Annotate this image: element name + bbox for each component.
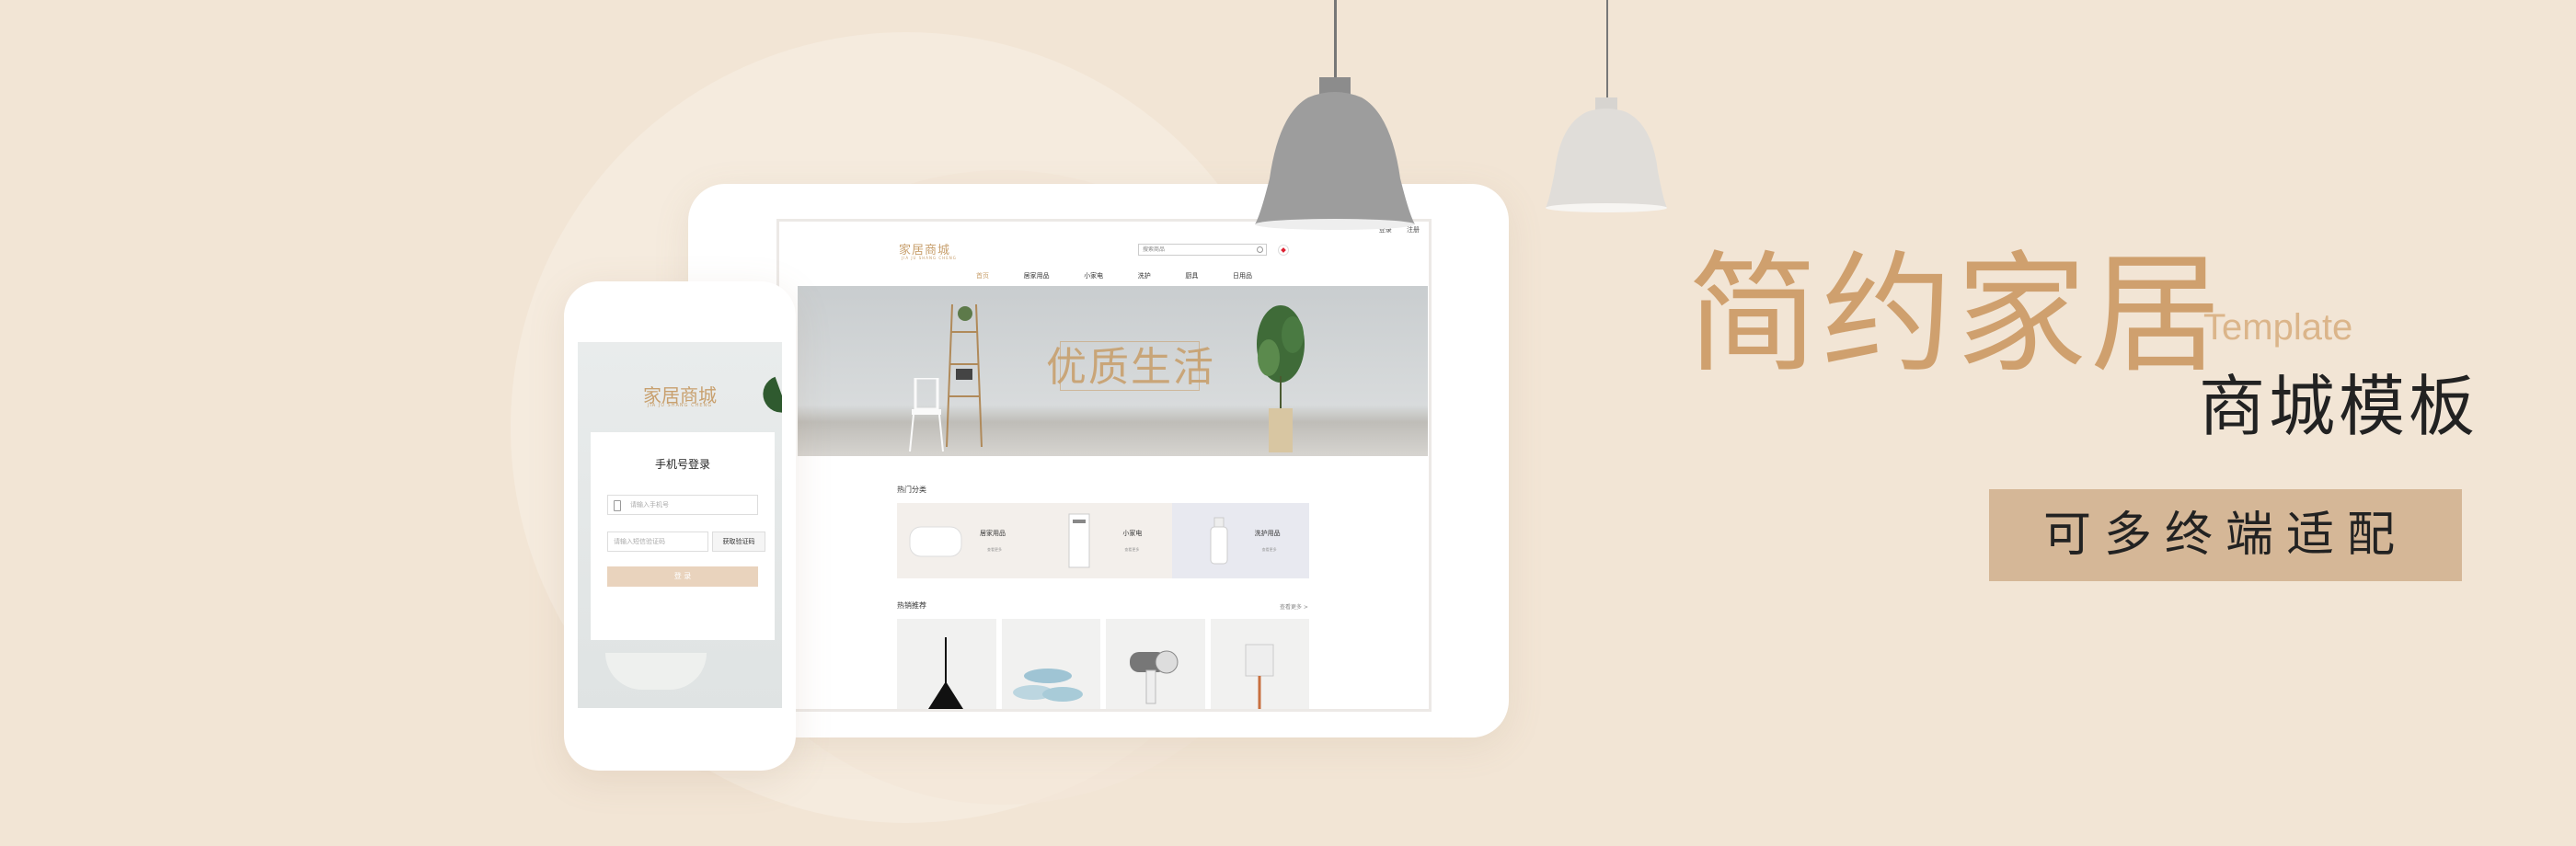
- category-sub: 查看更多: [1261, 547, 1277, 552]
- category-sub: 查看更多: [1124, 547, 1140, 552]
- recommend-title: 热销推荐: [897, 601, 926, 610]
- code-input[interactable]: 请输入短信验证码: [607, 532, 708, 552]
- main-nav: 首页 居家用品 小家电 洗护 厨具 日用品: [976, 271, 1252, 280]
- hero-banner[interactable]: 优质生活: [798, 286, 1428, 456]
- site-logo-subtitle: JIA JU SHANG CHENG: [902, 256, 957, 260]
- table-lamp-icon: [1245, 644, 1273, 709]
- product-card[interactable]: [1210, 619, 1309, 709]
- category-name: 居家用品: [980, 530, 1006, 537]
- mobile-site-screen: 家居商城 JIA JU SHANG CHENG 手机号登录 请输入手机号 请输入…: [578, 342, 782, 708]
- hair-dryer-icon: [1130, 650, 1179, 704]
- login-card: 手机号登录 请输入手机号 请输入短信验证码 获取验证码 登 录: [591, 432, 775, 640]
- tablet-mockup: 登录 注册 家居商城 JIA JU SHANG CHENG 搜索商品 首页 居家…: [688, 184, 1509, 737]
- phone-input[interactable]: 请输入手机号: [607, 495, 758, 515]
- search-placeholder: 搜索商品: [1143, 246, 1166, 253]
- get-code-button[interactable]: 获取验证码: [712, 532, 765, 552]
- lotion-bottle-icon: [1210, 517, 1228, 565]
- nav-item-home[interactable]: 首页: [976, 271, 989, 280]
- chair-image: [909, 378, 944, 452]
- plant-image: [1257, 305, 1305, 452]
- air-purifier-icon: [1068, 513, 1090, 568]
- code-placeholder: 请输入短信验证码: [614, 538, 665, 545]
- hot-categories-title: 热门分类: [897, 486, 926, 494]
- nav-item-home-goods[interactable]: 居家用品: [1024, 271, 1050, 280]
- category-row: 居家用品 查看更多 小家电 查看更多 洗护用品 查看更多: [897, 503, 1309, 578]
- login-title: 手机号登录: [654, 458, 710, 471]
- nav-item-kitchen[interactable]: 厨具: [1185, 271, 1198, 280]
- category-name: 洗护用品: [1254, 530, 1281, 537]
- main-title: 简约家居: [1687, 239, 2225, 391]
- category-name: 小家电: [1122, 530, 1143, 537]
- desktop-site-screen: 登录 注册 家居商城 JIA JU SHANG CHENG 搜索商品 首页 居家…: [776, 219, 1432, 712]
- category-home-goods[interactable]: 居家用品 查看更多: [897, 503, 1035, 578]
- ladder-image: [946, 304, 983, 447]
- login-button[interactable]: 登 录: [607, 566, 758, 587]
- pendant-lamp-small: [1546, 97, 1667, 212]
- lamp-cord: [1334, 0, 1337, 79]
- bowls-icon: [1012, 669, 1083, 702]
- category-sub: 查看更多: [987, 547, 1002, 552]
- category-appliances[interactable]: 小家电 查看更多: [1034, 503, 1172, 578]
- phone-placeholder: 请输入手机号: [630, 501, 669, 509]
- phone-icon: [614, 500, 621, 511]
- lamp-icon: [928, 637, 963, 709]
- hero-title: 优质生活: [1046, 344, 1215, 391]
- lamp-cord: [1606, 0, 1608, 101]
- template-word: Template: [2203, 307, 2353, 348]
- multi-device-badge: 可多终端适配: [1989, 489, 2462, 581]
- phone-mockup: 家居商城 JIA JU SHANG CHENG 手机号登录 请输入手机号 请输入…: [564, 281, 796, 771]
- sub-title: 商城模板: [2199, 368, 2479, 445]
- product-card[interactable]: [897, 619, 996, 709]
- nav-item-appliances[interactable]: 小家电: [1084, 271, 1103, 280]
- cart-icon[interactable]: [1278, 245, 1289, 256]
- pillow-icon: [909, 526, 962, 557]
- search-icon[interactable]: [1257, 246, 1263, 253]
- search-input[interactable]: 搜索商品: [1138, 244, 1267, 256]
- product-card[interactable]: [1001, 619, 1100, 709]
- nav-item-daily[interactable]: 日用品: [1233, 271, 1252, 280]
- pendant-lamp-large: [1255, 77, 1415, 230]
- mobile-logo-subtitle: JIA JU SHANG CHENG: [647, 403, 713, 408]
- more-link[interactable]: 查看更多 >: [1280, 602, 1308, 611]
- category-care[interactable]: 洗护用品 查看更多: [1171, 503, 1309, 578]
- product-card[interactable]: [1106, 619, 1205, 709]
- product-row: [897, 619, 1309, 709]
- nav-item-care[interactable]: 洗护: [1138, 271, 1151, 280]
- bowl-decoration: [605, 653, 707, 690]
